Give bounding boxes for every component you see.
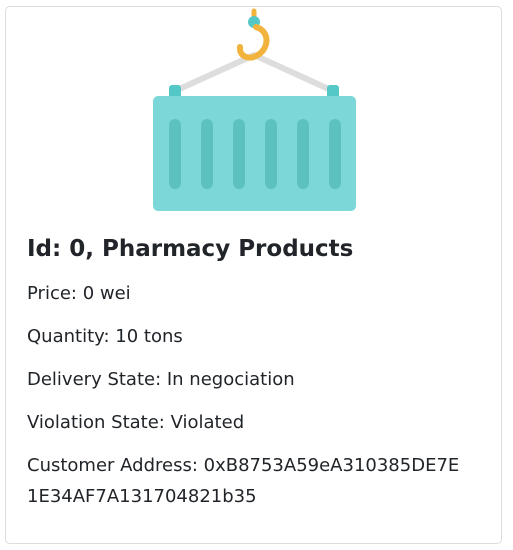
customer-address-text: Customer Address: 0xB8753A59eA310385DE7E…: [27, 450, 482, 512]
customer-address-line-1: Customer Address: 0xB8753A59eA310385DE7E: [27, 455, 460, 476]
quantity-text: Quantity: 10 tons: [27, 326, 183, 347]
violation-state-text: Violation State: Violated: [27, 412, 245, 433]
cargo-container-icon: [153, 8, 356, 211]
product-card: Id: 0, Pharmacy Products Price: 0 wei Qu…: [5, 6, 502, 544]
customer-address-line-2: 1E34AF7A131704821b35: [27, 486, 257, 507]
price-text: Price: 0 wei: [27, 283, 131, 304]
delivery-state-text: Delivery State: In negociation: [27, 369, 295, 390]
card-title: Id: 0, Pharmacy Products: [27, 236, 354, 262]
